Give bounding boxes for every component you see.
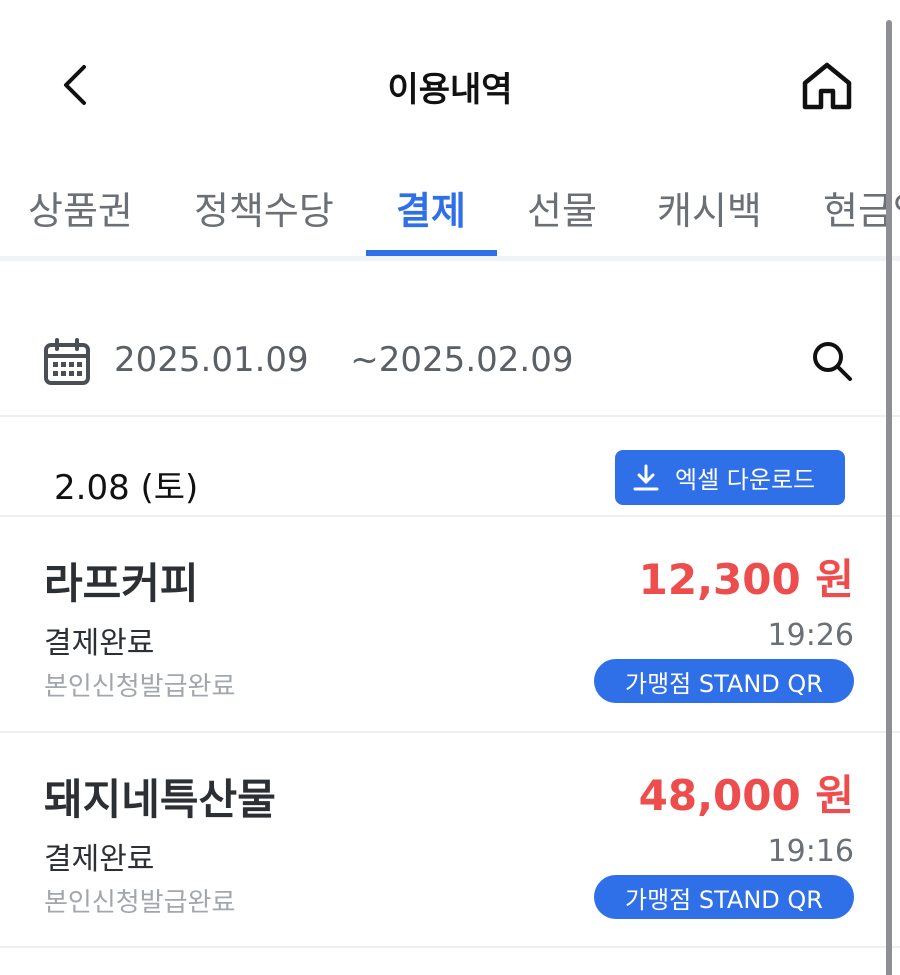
divider [0,946,900,948]
payment-method-badge: 가맹점 STAND QR [594,659,854,703]
scrollbar[interactable] [886,20,892,975]
tab-gift[interactable]: 선물 [527,180,597,235]
payment-amount: 48,000 원 [638,771,854,820]
tab-gift-certificate[interactable]: 상품권 [28,180,133,235]
payment-method-badge: 가맹점 STAND QR [594,875,854,919]
payment-amount: 12,300 원 [638,555,854,604]
home-button[interactable] [796,55,858,117]
store-name: 돼지네특산물 [44,775,276,824]
home-icon [802,62,852,110]
payment-status: 결제완료 [44,842,155,877]
issue-status: 본인신청발급완료 [44,672,236,702]
store-name: 라프커피 [44,559,199,608]
transaction-row[interactable]: 라프커피 12,300 원 결제완료 19:26 본인신청발급완료 가맹점 ST… [0,516,900,731]
download-icon [633,464,659,490]
excel-download-button[interactable]: 엑셀 다운로드 [615,450,845,505]
calendar-button[interactable] [42,337,92,387]
search-button[interactable] [808,337,856,385]
payment-status: 결제완료 [44,626,155,661]
search-icon [813,342,852,381]
category-tabs: 상품권 정책수당 결제 선물 캐시백 현금영 [0,155,900,260]
calendar-icon [44,338,90,385]
issue-status: 본인신청발급완료 [44,888,236,918]
day-group-header: 2.08 (토) 엑셀 다운로드 [0,440,900,515]
start-date: 2025.01.09 [114,340,309,380]
excel-download-label: 엑셀 다운로드 [675,466,816,494]
page-title: 이용내역 [387,70,513,110]
tab-payment[interactable]: 결제 [396,180,466,235]
payment-time: 19:16 [767,834,854,869]
end-date: ~2025.02.09 [350,340,574,380]
tabs-divider [0,256,900,261]
usage-history-screen: 이용내역 상품권 정책수당 결제 선물 캐시백 현금영 [0,0,900,975]
divider [0,415,900,417]
date-filter-bar: 2025.01.09 ~2025.02.09 [0,310,900,415]
tab-cashback[interactable]: 캐시백 [657,180,762,235]
tab-policy-allowance[interactable]: 정책수당 [194,180,334,235]
transaction-row[interactable]: 돼지네특산물 48,000 원 결제완료 19:16 본인신청발급완료 가맹점 … [0,732,900,947]
payment-time: 19:26 [767,618,854,653]
top-app-bar: 이용내역 [0,0,900,150]
day-label: 2.08 (토) [54,468,199,508]
date-range[interactable]: 2025.01.09 ~2025.02.09 [114,340,573,380]
